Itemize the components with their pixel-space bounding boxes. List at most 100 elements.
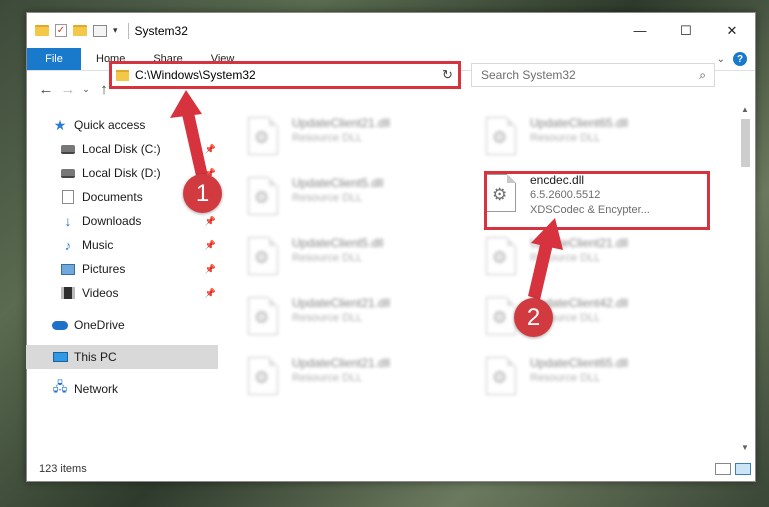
close-button[interactable]: ✕ [709,13,755,48]
drive-icon [60,142,76,156]
address-bar-highlight [109,61,461,89]
navigation-pane: ★ Quick access Local Disk (C:) 📌 Local D… [26,113,218,453]
dll-file-icon: ⚙ [486,297,516,335]
encdec-file-highlight [484,171,710,230]
file-name: UpdateClient21.dll [292,356,391,370]
forward-button[interactable]: → [57,81,79,98]
pin-icon[interactable]: 📌 [205,264,216,275]
sidebar-item-label: This PC [74,350,117,364]
help-icon[interactable]: ? [733,52,747,66]
sidebar-item-this-pc[interactable]: This PC [26,345,218,369]
sidebar-item-local-disk-c[interactable]: Local Disk (C:) 📌 [26,137,218,161]
dll-file-icon: ⚙ [248,237,278,275]
scroll-up-arrow[interactable]: ▲ [738,105,752,119]
file-item[interactable]: ⚙ UpdateClient21.dll Resource DLL [248,115,468,165]
file-name: UpdateClient65.dll [530,116,629,130]
file-description: Resource DLL [292,132,363,144]
sidebar-item-downloads[interactable]: ↓ Downloads 📌 [26,209,218,233]
sidebar-item-label: Documents [82,190,143,204]
file-name: UpdateClient21.dll [292,116,391,130]
sidebar-item-network[interactable]: 🖧 Network [26,377,218,401]
pin-icon[interactable]: 📌 [205,288,216,299]
file-item[interactable]: ⚙ UpdateClient65.dll Resource DLL [486,115,706,165]
pc-icon [52,350,68,364]
file-name: UpdateClient5.dll [292,236,384,250]
vertical-scrollbar[interactable]: ▲ ▼ [738,105,752,457]
file-name: UpdateClient65.dll [530,356,629,370]
search-box[interactable]: ⌕ [471,63,715,87]
search-icon[interactable]: ⌕ [699,68,706,83]
quick-access-toolbar: ✓ ▾ [35,22,133,39]
search-input[interactable] [481,68,681,82]
sidebar-item-label: Videos [82,286,119,300]
dll-file-icon: ⚙ [486,117,516,155]
sidebar-item-quick-access[interactable]: ★ Quick access [26,113,218,137]
drive-icon [60,166,76,180]
recent-locations-button[interactable]: ⌄ [79,84,93,95]
toolbar-divider [127,22,129,39]
sidebar-item-pictures[interactable]: Pictures 📌 [26,257,218,281]
onedrive-icon [52,318,68,332]
dll-file-icon: ⚙ [486,237,516,275]
sidebar-item-label: Downloads [82,214,142,228]
file-item[interactable]: ⚙ UpdateClient21.dll Resource DLL [248,295,468,345]
title-bar: ✓ ▾ System32 — ☐ ✕ [27,13,755,48]
dll-file-icon: ⚙ [248,117,278,155]
step-2-badge: 2 [514,298,553,337]
music-icon: ♪ [64,237,72,253]
status-bar: 123 items [27,456,755,482]
tab-file[interactable]: File [27,48,81,70]
file-description: Resource DLL [530,252,601,264]
file-item[interactable]: ⚙ UpdateClient65.dll Resource DLL [486,355,706,405]
file-item[interactable]: ⚙ UpdateClient21.dll Resource DLL [248,355,468,405]
sidebar-item-onedrive[interactable]: OneDrive [26,313,218,337]
scroll-down-arrow[interactable]: ▼ [738,443,752,457]
dll-file-icon: ⚙ [486,357,516,395]
file-description: Resource DLL [530,372,601,384]
expand-ribbon-icon[interactable]: ⌄ [717,54,725,65]
details-view-button[interactable] [715,463,731,475]
file-item[interactable]: ⚙ UpdateClient21.dll Resource DLL [486,235,706,285]
scroll-thumb[interactable] [741,119,750,167]
pin-icon[interactable]: 📌 [205,144,216,155]
file-description: Resource DLL [292,192,363,204]
customize-toolbar-dropdown-icon[interactable]: ▾ [113,25,118,36]
file-name: UpdateClient21.dll [530,236,629,250]
large-icons-view-button[interactable] [735,463,751,475]
videos-icon [60,286,76,300]
file-name: UpdateClient21.dll [292,296,391,310]
dll-file-icon: ⚙ [248,177,278,215]
view-properties-icon[interactable] [93,24,107,37]
file-description: Resource DLL [292,312,363,324]
documents-icon [60,190,76,204]
folder-icon[interactable] [35,25,49,36]
item-count: 123 items [39,463,87,475]
step-1-badge: 1 [183,174,222,213]
maximize-button[interactable]: ☐ [663,13,709,48]
dll-file-icon: ⚙ [248,357,278,395]
file-description: Resource DLL [292,252,363,264]
sidebar-item-label: Network [74,382,119,396]
sidebar-item-label: Music [82,238,114,252]
file-item[interactable]: ⚙ UpdateClient5.dll Resource DLL [248,175,468,225]
star-icon: ★ [53,116,67,133]
minimize-button[interactable]: — [617,13,663,48]
sidebar-item-label: OneDrive [74,318,125,332]
sidebar-item-label: Local Disk (C:) [82,142,161,156]
properties-check-icon[interactable]: ✓ [55,24,67,37]
sidebar-item-music[interactable]: ♪ Music 📌 [26,233,218,257]
sidebar-item-label: Quick access [74,118,146,132]
new-folder-icon[interactable] [73,25,87,36]
sidebar-item-label: Pictures [82,262,126,276]
file-list: ⚙ UpdateClient21.dll Resource DLL ⚙ Updat… [222,113,736,456]
file-name: UpdateClient5.dll [292,176,384,190]
sidebar-item-label: Local Disk (D:) [82,166,161,180]
file-item[interactable]: ⚙ UpdateClient5.dll Resource DLL [248,235,468,285]
pictures-icon [60,262,76,276]
pin-icon[interactable]: 📌 [205,240,216,251]
network-icon: 🖧 [52,379,68,394]
sidebar-item-videos[interactable]: Videos 📌 [26,281,218,305]
file-description: Resource DLL [530,132,601,144]
pin-icon[interactable]: 📌 [205,216,216,227]
back-button[interactable]: ← [35,81,57,98]
